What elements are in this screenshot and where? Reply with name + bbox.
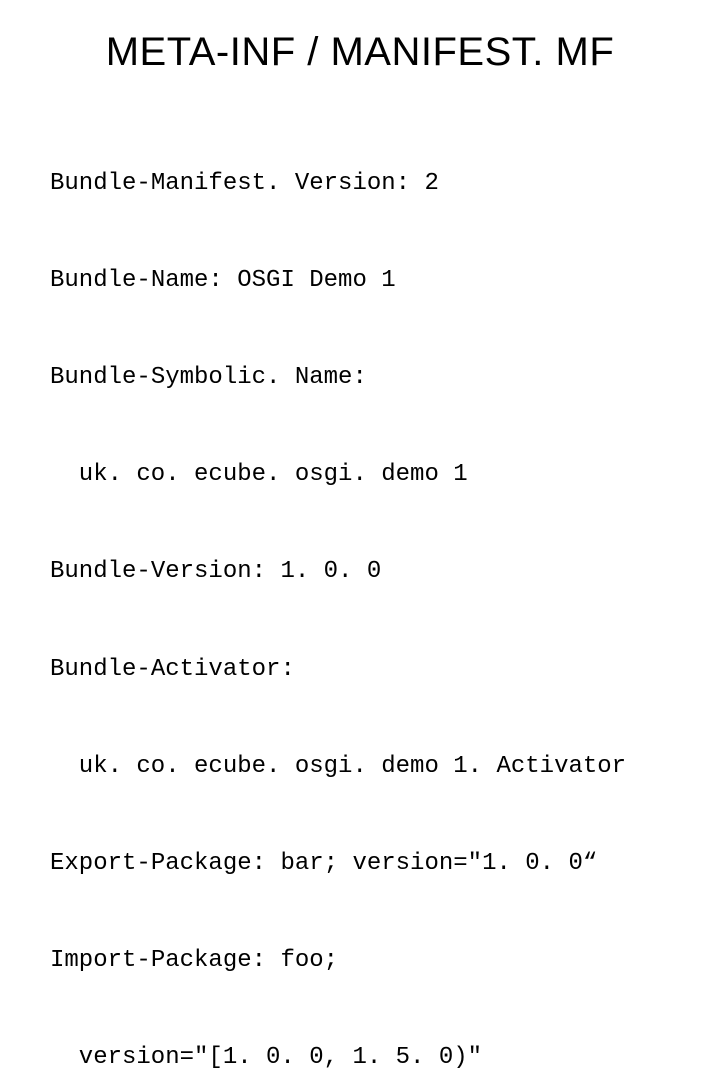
manifest-content: Bundle-Manifest. Version: 2 Bundle-Name:… [50, 103, 670, 1080]
manifest-line: Bundle-Version: 1. 0. 0 [50, 556, 670, 588]
manifest-line: Import-Package: foo; [50, 945, 670, 977]
manifest-line: Export-Package: bar; version="1. 0. 0“ [50, 848, 670, 880]
manifest-line-continuation: uk. co. ecube. osgi. demo 1. Activator [50, 751, 670, 783]
manifest-line: Bundle-Activator: [50, 654, 670, 686]
manifest-line-continuation: version="[1. 0. 0, 1. 5. 0)" [50, 1042, 670, 1074]
manifest-line: Bundle-Name: OSGI Demo 1 [50, 265, 670, 297]
manifest-line-continuation: uk. co. ecube. osgi. demo 1 [50, 459, 670, 491]
page-title: META-INF / MANIFEST. MF [50, 30, 670, 75]
manifest-line: Bundle-Symbolic. Name: [50, 362, 670, 394]
manifest-line: Bundle-Manifest. Version: 2 [50, 168, 670, 200]
